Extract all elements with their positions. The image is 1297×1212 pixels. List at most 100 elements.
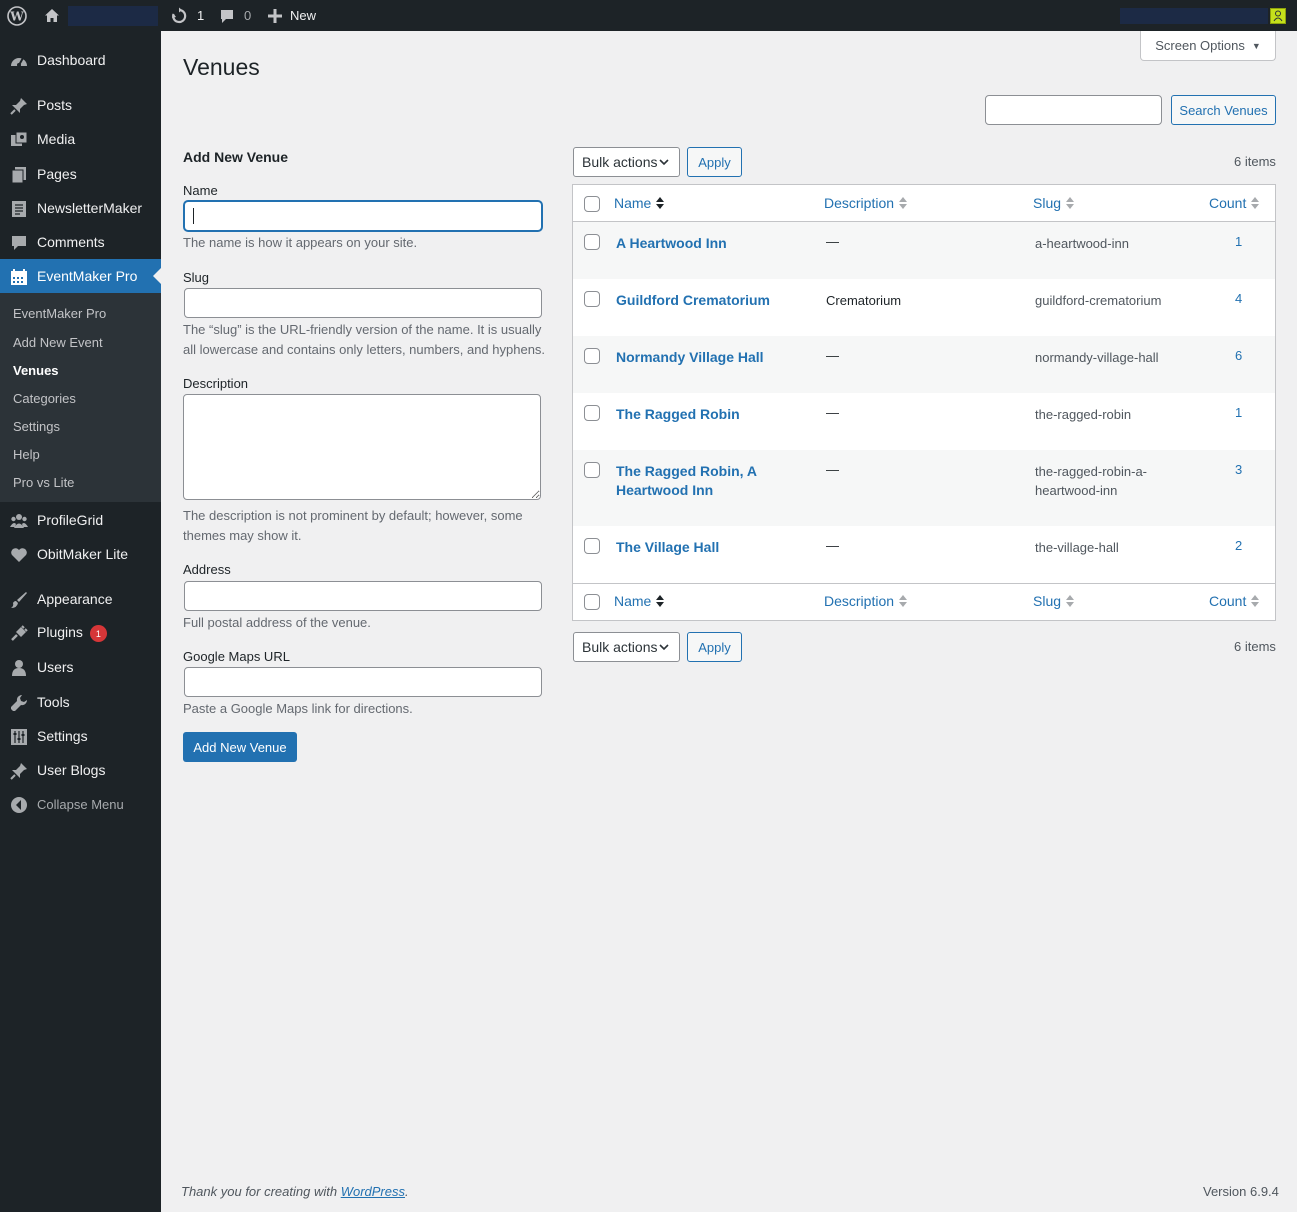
name-input[interactable]: [184, 201, 542, 231]
collapse-menu-button[interactable]: Collapse Menu: [0, 787, 161, 821]
column-name-header[interactable]: Name: [614, 195, 665, 211]
submenu-add-new-event[interactable]: Add New Event: [13, 335, 103, 350]
column-slug-header[interactable]: Slug: [1033, 195, 1075, 211]
venue-description: —: [826, 348, 839, 363]
venue-description: —: [826, 462, 839, 477]
description-help-line1: The description is not prominent by defa…: [183, 508, 523, 523]
google-maps-input[interactable]: [184, 667, 542, 697]
table-header: Name Description Slug Count: [573, 185, 1275, 222]
items-count-top: 6 items: [1234, 154, 1276, 169]
updates-link[interactable]: 1: [170, 0, 210, 31]
venue-count-link[interactable]: 1: [1235, 234, 1242, 249]
avatar[interactable]: [1270, 0, 1288, 31]
sidebar-item-label: EventMaker Pro: [37, 268, 138, 284]
sidebar-item-settings[interactable]: Settings: [0, 719, 161, 753]
wordpress-logo-icon[interactable]: W: [7, 0, 29, 31]
search-venues-button[interactable]: Search Venues: [1171, 95, 1276, 125]
sort-icon: [899, 594, 908, 608]
column-description-footer[interactable]: Description: [824, 593, 908, 609]
sidebar-item-newslettermaker[interactable]: NewsletterMaker: [0, 191, 161, 225]
sidebar-item-label: ProfileGrid: [37, 512, 104, 528]
row-checkbox[interactable]: [584, 462, 600, 478]
description-textarea[interactable]: [183, 394, 541, 500]
column-count-footer[interactable]: Count: [1209, 593, 1260, 609]
screen-options-button[interactable]: Screen Options ▼: [1140, 31, 1276, 61]
venue-description: —: [826, 538, 839, 553]
select-all-checkbox-bottom[interactable]: [584, 594, 600, 610]
venues-table: Name Description Slug Count A Heartwood …: [572, 184, 1276, 621]
site-name-link[interactable]: [68, 0, 158, 31]
sidebar-item-media[interactable]: Media: [0, 122, 161, 156]
submenu-categories[interactable]: Categories: [13, 391, 76, 406]
home-icon[interactable]: [43, 0, 65, 31]
submenu-venues[interactable]: Venues: [13, 363, 59, 378]
pages-icon: [10, 166, 28, 184]
sidebar-item-plugins[interactable]: Plugins 1: [0, 616, 161, 650]
sidebar-item-comments[interactable]: Comments: [0, 225, 161, 259]
sidebar-item-user-blogs[interactable]: User Blogs: [0, 753, 161, 787]
venue-count-link[interactable]: 3: [1235, 462, 1242, 477]
sidebar-item-posts[interactable]: Posts: [0, 88, 161, 122]
sidebar-item-obitmaker-lite[interactable]: ObitMaker Lite: [0, 537, 161, 571]
comments-link[interactable]: 0: [219, 0, 259, 31]
row-checkbox[interactable]: [584, 538, 600, 554]
column-count-header[interactable]: Count: [1209, 195, 1260, 211]
column-description-header[interactable]: Description: [824, 195, 908, 211]
venue-name-link[interactable]: The Village Hall: [616, 538, 776, 557]
row-checkbox[interactable]: [584, 348, 600, 364]
submenu-pro-vs-lite[interactable]: Pro vs Lite: [13, 475, 74, 490]
venue-name-link[interactable]: Guildford Crematorium: [616, 291, 776, 310]
sidebar-item-users[interactable]: Users: [0, 650, 161, 684]
apply-button-bottom[interactable]: Apply: [687, 632, 742, 662]
submenu-eventmaker-pro[interactable]: EventMaker Pro: [13, 306, 106, 321]
user-icon: [10, 659, 28, 677]
column-name-footer[interactable]: Name: [614, 593, 665, 609]
bulk-actions-select-top[interactable]: Bulk actions: [573, 147, 680, 177]
sidebar-item-pages[interactable]: Pages: [0, 157, 161, 191]
row-checkbox[interactable]: [584, 291, 600, 307]
venue-name-link[interactable]: The Ragged Robin, A Heartwood Inn: [616, 462, 766, 500]
page-title: Venues: [183, 54, 260, 80]
row-checkbox[interactable]: [584, 234, 600, 250]
brush-icon: [10, 591, 28, 609]
footer-thanks: Thank you for creating with WordPress.: [181, 1184, 409, 1199]
sidebar-item-appearance[interactable]: Appearance: [0, 582, 161, 616]
venue-name-link[interactable]: Normandy Village Hall: [616, 348, 776, 367]
add-new-venue-button[interactable]: Add New Venue: [183, 732, 297, 762]
venue-count-link[interactable]: 2: [1235, 538, 1242, 553]
sidebar-item-eventmaker-pro[interactable]: EventMaker Pro: [0, 259, 161, 293]
sidebar-item-tools[interactable]: Tools: [0, 685, 161, 719]
submenu-settings[interactable]: Settings: [13, 419, 60, 434]
new-content-link[interactable]: New: [268, 0, 328, 31]
bulk-actions-select-bottom[interactable]: Bulk actions: [573, 632, 680, 662]
address-input[interactable]: [184, 581, 542, 611]
select-all-checkbox[interactable]: [584, 196, 600, 212]
venue-count-link[interactable]: 1: [1235, 405, 1242, 420]
sort-icon: [656, 594, 665, 608]
account-name-redacted[interactable]: [1120, 0, 1270, 31]
site-name-redacted: [68, 5, 158, 26]
venue-name-link[interactable]: The Ragged Robin: [616, 405, 776, 424]
svg-text:W: W: [9, 9, 24, 23]
wordpress-link[interactable]: WordPress: [341, 1184, 405, 1199]
column-slug-footer[interactable]: Slug: [1033, 593, 1075, 609]
items-count-bottom: 6 items: [1234, 639, 1276, 654]
venue-name-link[interactable]: A Heartwood Inn: [616, 234, 776, 253]
sidebar-item-label: User Blogs: [37, 762, 106, 778]
collapse-icon: [10, 796, 28, 814]
venue-count-link[interactable]: 6: [1235, 348, 1242, 363]
search-input[interactable]: [985, 95, 1162, 125]
name-help: The name is how it appears on your site.: [183, 235, 418, 250]
description-help-line2: themes may show it.: [183, 528, 302, 543]
sidebar-item-dashboard[interactable]: Dashboard: [0, 43, 161, 77]
slug-input[interactable]: [184, 288, 542, 318]
venue-count-link[interactable]: 4: [1235, 291, 1242, 306]
table-row: A Heartwood Inn — a-heartwood-inn 1: [573, 222, 1275, 279]
submenu-help[interactable]: Help: [13, 447, 40, 462]
admin-bar: W 1 0 New: [0, 0, 1297, 31]
sidebar-item-profilegrid[interactable]: ProfileGrid: [0, 503, 161, 537]
apply-button-top[interactable]: Apply: [687, 147, 742, 177]
bulk-actions-label: Bulk actions: [582, 154, 658, 170]
row-checkbox[interactable]: [584, 405, 600, 421]
heart-icon: [10, 546, 28, 564]
